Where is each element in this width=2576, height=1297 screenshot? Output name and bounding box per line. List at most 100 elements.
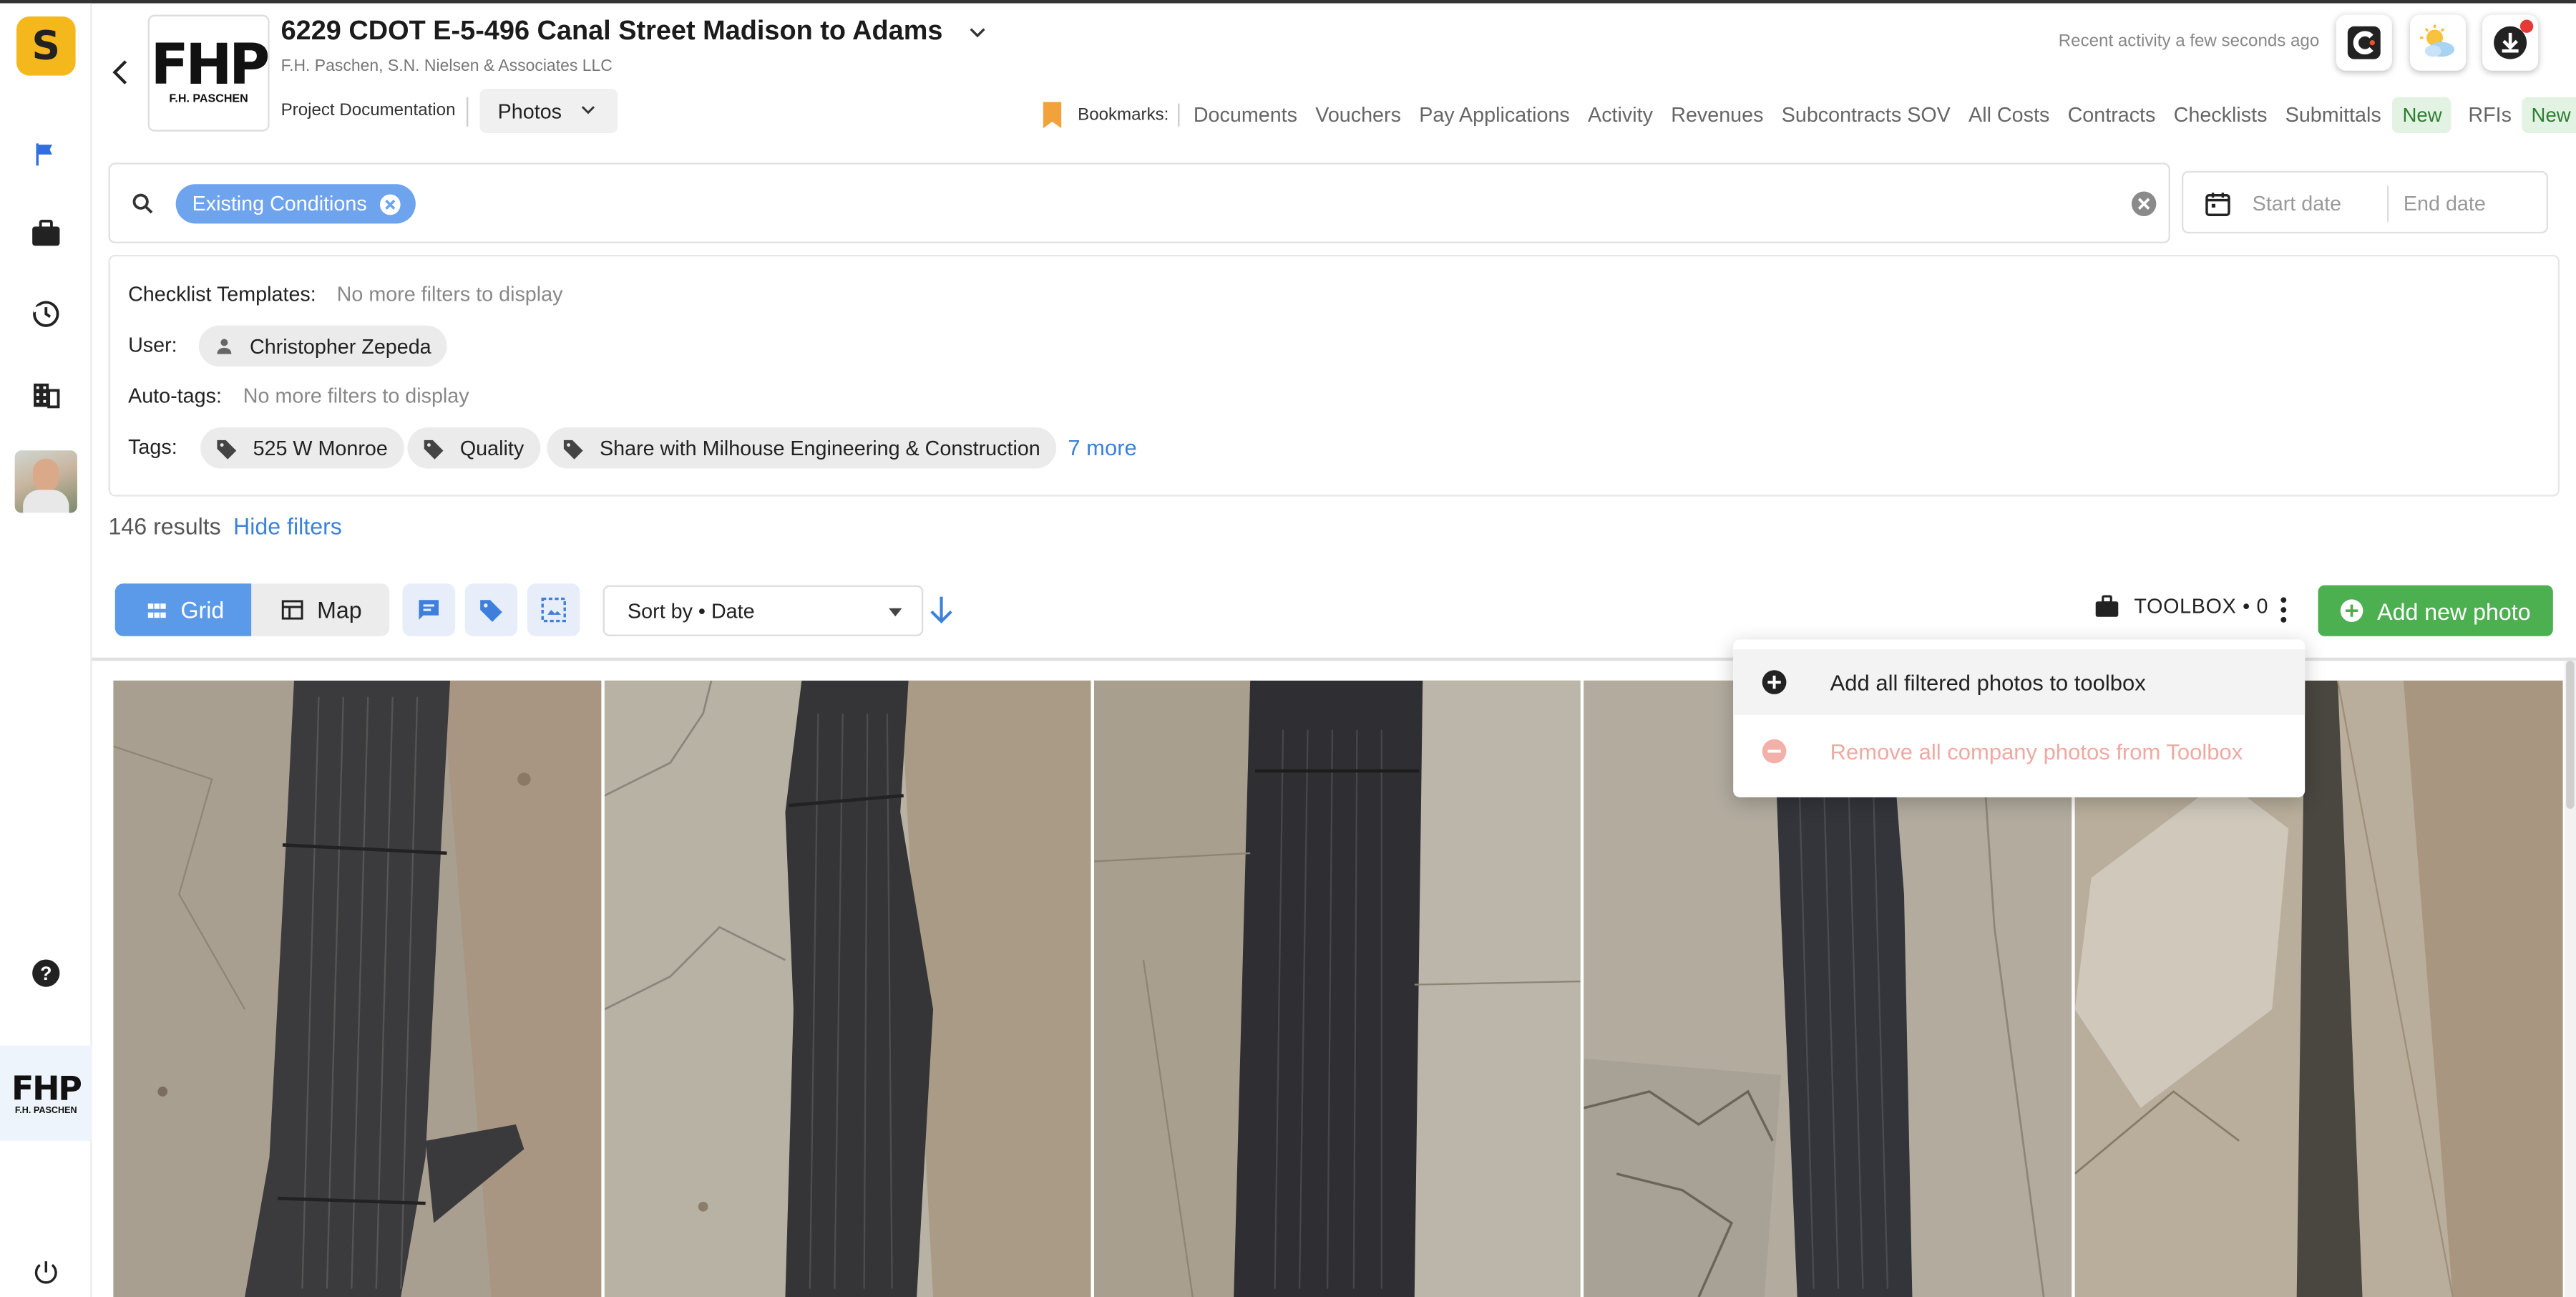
- filter-chip-existing-conditions[interactable]: Existing Conditions: [175, 184, 416, 224]
- end-date-field[interactable]: End date: [2404, 193, 2486, 215]
- date-range-picker[interactable]: Start date End date: [2181, 170, 2548, 234]
- nav-link-all-costs[interactable]: All Costs: [1968, 104, 2049, 127]
- clear-search-icon[interactable]: [2129, 189, 2158, 218]
- divider: [2386, 185, 2389, 223]
- plus-circle-icon: [2340, 599, 2363, 622]
- grid-view-button[interactable]: Grid: [114, 583, 252, 636]
- power-icon[interactable]: [26, 1253, 66, 1292]
- filter-chip-label: Existing Conditions: [192, 192, 367, 215]
- nav-link-revenues[interactable]: Revenues: [1671, 104, 1763, 127]
- user-label: User:: [128, 334, 177, 357]
- app-logo[interactable]: S: [16, 16, 76, 76]
- bookmarks-label: Bookmarks:: [1078, 105, 1169, 125]
- section-label: Project Documentation: [280, 100, 456, 120]
- rfis-new-badge: New: [2521, 97, 2576, 134]
- download-button[interactable]: [2482, 14, 2539, 71]
- add-all-to-toolbox-item[interactable]: Add all filtered photos to toolbox: [1733, 649, 2306, 716]
- remove-all-label: Remove all company photos from Toolbox: [1830, 739, 2243, 764]
- company-logo-sub: F.H. PASCHEN: [169, 93, 248, 105]
- avatar[interactable]: [14, 450, 77, 513]
- nav-link-rfis[interactable]: RFIs: [2468, 104, 2512, 127]
- submittals-new-badge: New: [2392, 97, 2452, 134]
- nav-link-submittals[interactable]: Submittals: [2285, 104, 2381, 127]
- more-options-icon[interactable]: [2274, 595, 2294, 624]
- company-switcher[interactable]: FHP F.H. PASCHEN: [0, 1045, 92, 1141]
- app-root: S ? FHP F.H. PASCHEN FHP F.H. PASCHEN 62…: [0, 0, 2576, 1297]
- divider: [1179, 103, 1181, 127]
- flag-icon[interactable]: [26, 135, 66, 174]
- map-view-label: Map: [317, 596, 362, 623]
- tag-chip-label: Share with Milhouse Engineering & Constr…: [600, 436, 1040, 460]
- toolbox-label: TOOLBOX • 0: [2134, 595, 2269, 618]
- map-view-button[interactable]: Map: [251, 583, 390, 636]
- tags-toggle[interactable]: [464, 583, 518, 636]
- company-logo-small-sub: F.H. PASCHEN: [14, 1105, 77, 1116]
- svg-text:?: ?: [40, 963, 52, 984]
- map-icon: [281, 600, 303, 620]
- tag-chip[interactable]: Quality: [407, 427, 541, 469]
- divider: [467, 97, 469, 127]
- photo-image: [1094, 680, 1581, 1297]
- back-arrow-icon[interactable]: [105, 56, 138, 89]
- comments-toggle[interactable]: [402, 583, 455, 636]
- nav-link-activity[interactable]: Activity: [1588, 104, 1653, 127]
- plus-circle-icon: [1762, 670, 1787, 694]
- help-icon[interactable]: ?: [26, 953, 66, 993]
- auto-tags-label: Auto-tags:: [128, 384, 222, 408]
- bookmark-icon: [1043, 102, 1062, 129]
- close-icon[interactable]: [379, 192, 403, 216]
- scrollbar-thumb[interactable]: [2566, 661, 2575, 809]
- sort-dropdown[interactable]: Sort by • Date: [602, 585, 924, 636]
- sort-direction-icon[interactable]: [928, 595, 955, 624]
- tag-chip[interactable]: Share with Milhouse Engineering & Constr…: [547, 427, 1057, 469]
- recent-activity: Recent activity a few seconds ago: [2058, 31, 2320, 52]
- chevron-down-icon[interactable]: [966, 21, 989, 44]
- add-new-photo-button[interactable]: Add new photo: [2318, 585, 2553, 636]
- search-bar[interactable]: Existing Conditions: [108, 162, 2170, 243]
- nav-link-pay-applications[interactable]: Pay Applications: [1419, 104, 1570, 127]
- module-label: Photos: [497, 99, 562, 123]
- user-filter-label: Christopher Zepeda: [249, 334, 431, 358]
- briefcase-icon[interactable]: [26, 214, 66, 253]
- bookmark-nav: Bookmarks: Documents Vouchers Pay Applic…: [1042, 95, 2576, 135]
- tags-label: Tags:: [128, 435, 177, 459]
- select-toggle[interactable]: [527, 583, 580, 636]
- photo-image: [604, 680, 1091, 1297]
- checklist-templates-empty: No more filters to display: [336, 283, 563, 306]
- photo-thumbnail[interactable]: [604, 680, 1091, 1297]
- nav-link-vouchers[interactable]: Vouchers: [1315, 104, 1401, 127]
- tag-icon: [563, 439, 583, 459]
- grid-icon: [147, 603, 166, 617]
- photo-image: [113, 680, 602, 1297]
- notification-dot: [2519, 19, 2534, 33]
- nav-link-checklists[interactable]: Checklists: [2174, 104, 2268, 127]
- app-switch-button[interactable]: [2336, 14, 2392, 71]
- hide-filters-link[interactable]: Hide filters: [233, 513, 342, 540]
- start-date-field[interactable]: Start date: [2253, 193, 2341, 215]
- caret-down-icon: [889, 608, 902, 617]
- weather-button[interactable]: [2410, 14, 2467, 71]
- history-icon[interactable]: [26, 294, 66, 334]
- more-tags-link[interactable]: 7 more: [1068, 436, 1136, 460]
- tag-icon: [480, 600, 502, 622]
- photo-thumbnail[interactable]: [1094, 680, 1581, 1297]
- sidebar: S ? FHP F.H. PASCHEN: [0, 3, 92, 1297]
- photo-thumbnail[interactable]: [113, 680, 602, 1297]
- building-icon[interactable]: [26, 375, 66, 414]
- briefcase-icon: [2095, 595, 2119, 617]
- nav-link-documents[interactable]: Documents: [1194, 104, 1297, 127]
- nav-link-subcontracts-sov[interactable]: Subcontracts SOV: [1782, 104, 1951, 127]
- tag-chip[interactable]: 525 W Monroe: [200, 427, 404, 469]
- user-filter-chip[interactable]: Christopher Zepeda: [198, 325, 448, 367]
- company-logo-text: FHP: [150, 32, 270, 99]
- person-icon: [217, 339, 232, 354]
- auto-tags-empty: No more filters to display: [243, 384, 469, 408]
- module-dropdown[interactable]: Photos: [479, 89, 618, 134]
- toolbox-indicator[interactable]: TOOLBOX • 0: [2094, 595, 2268, 618]
- project-subtitle: F.H. Paschen, S.N. Nielsen & Associates …: [280, 57, 613, 76]
- remove-all-from-toolbox-item[interactable]: Remove all company photos from Toolbox: [1733, 719, 2305, 784]
- comment-icon: [419, 600, 439, 620]
- chevron-down-icon: [581, 106, 595, 115]
- nav-link-contracts[interactable]: Contracts: [2068, 104, 2156, 127]
- project-title[interactable]: 6229 CDOT E-5-496 Canal Street Madison t…: [281, 16, 943, 48]
